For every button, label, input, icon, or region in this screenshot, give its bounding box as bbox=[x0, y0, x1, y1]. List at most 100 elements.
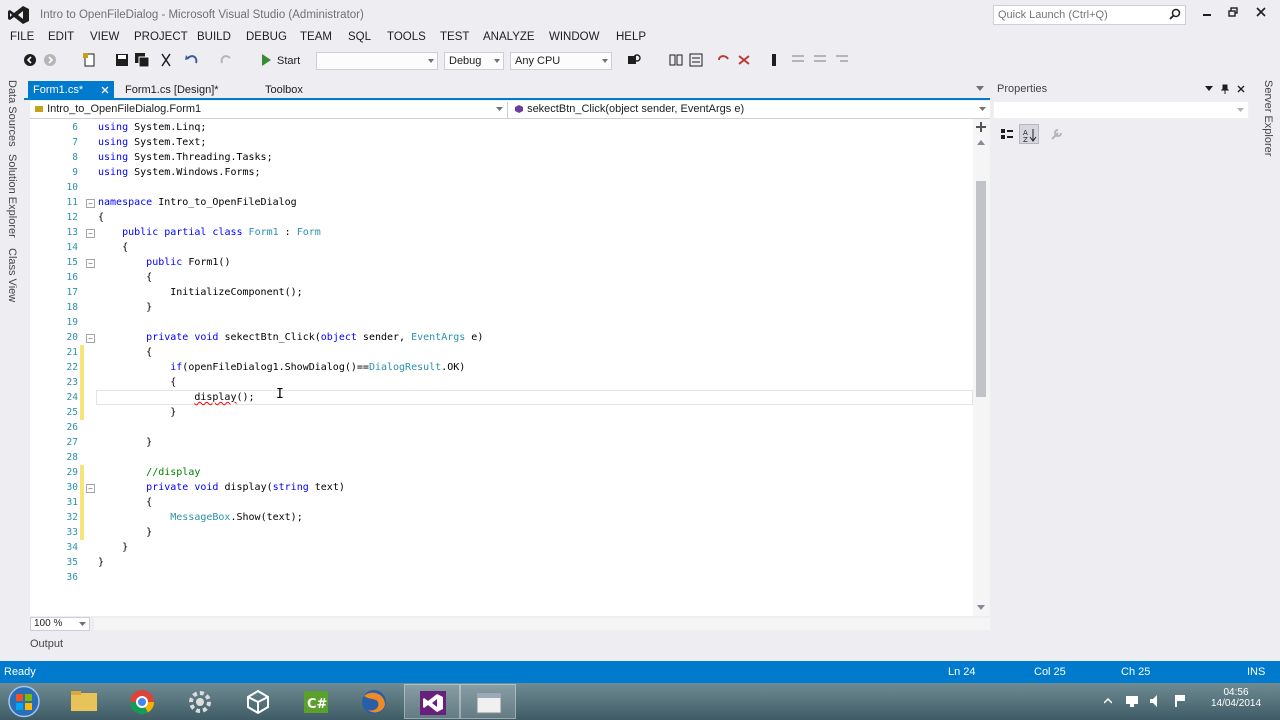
debug-target-combo[interactable] bbox=[316, 52, 438, 70]
tab-toolbox[interactable]: Toolbox bbox=[260, 81, 308, 100]
code-line: 31 { bbox=[30, 495, 973, 510]
indent-icon[interactable] bbox=[834, 52, 850, 68]
find-in-files-icon[interactable] bbox=[626, 52, 642, 68]
collapse-toggle[interactable]: − bbox=[86, 199, 95, 208]
close-panel-icon[interactable] bbox=[1237, 85, 1245, 93]
collapse-toggle[interactable]: − bbox=[86, 229, 95, 238]
menu-edit[interactable]: EDIT bbox=[48, 31, 74, 43]
line-number: 12 bbox=[66, 212, 78, 223]
menu-tools[interactable]: TOOLS bbox=[387, 31, 426, 43]
menu-help[interactable]: HELP bbox=[616, 31, 646, 43]
vertical-scroll-thumb[interactable] bbox=[976, 181, 986, 397]
quick-launch-box[interactable] bbox=[993, 5, 1186, 25]
split-window-icon[interactable] bbox=[976, 122, 986, 132]
line-number: 35 bbox=[66, 557, 78, 568]
close-tab-icon[interactable] bbox=[101, 86, 109, 94]
tab-form1-design[interactable]: Form1.cs [Design]* bbox=[120, 81, 224, 100]
undo-icon[interactable] bbox=[184, 52, 200, 68]
uncomment-icon[interactable] bbox=[812, 52, 828, 68]
config-combo[interactable]: Debug bbox=[444, 52, 504, 70]
editor-horizontal-scrollbar[interactable] bbox=[94, 618, 990, 630]
back-navigate-icon[interactable] bbox=[22, 52, 38, 68]
cut-icon[interactable] bbox=[158, 52, 174, 68]
new-project-icon[interactable] bbox=[82, 52, 98, 68]
code-navigation-bar: Intro_to_OpenFileDialog.Form1 sekectBtn_… bbox=[30, 101, 990, 119]
collapse-toggle[interactable]: − bbox=[86, 259, 95, 268]
properties-window-icon[interactable] bbox=[688, 52, 704, 68]
properties-object-combo[interactable] bbox=[993, 101, 1249, 119]
minimize-button[interactable] bbox=[1196, 3, 1218, 23]
taskbar-unity[interactable] bbox=[230, 684, 286, 719]
start-label[interactable]: Start bbox=[277, 55, 300, 67]
tab-solution-explorer[interactable]: Solution Explorer bbox=[6, 154, 18, 238]
bookmark-next-icon[interactable] bbox=[736, 52, 752, 68]
member-combo[interactable]: sekectBtn_Click(object sender, EventArgs… bbox=[510, 102, 990, 118]
start-debug-icon[interactable] bbox=[258, 52, 274, 68]
class-combo[interactable]: Intro_to_OpenFileDialog.Form1 bbox=[30, 102, 508, 118]
tab-overflow-dropdown-icon[interactable] bbox=[976, 86, 984, 92]
tab-output[interactable]: Output bbox=[30, 638, 63, 650]
code-editor[interactable]: 6 using System.Linq; 7 using System.Text; … bbox=[30, 119, 973, 616]
standard-toolbar: Start Debug Any CPU bbox=[0, 48, 1280, 74]
categorized-icon[interactable] bbox=[999, 126, 1015, 142]
menu-build[interactable]: BUILD bbox=[197, 31, 231, 43]
taskbar-csharp-app[interactable]: C# bbox=[288, 684, 344, 719]
close-icon bbox=[1256, 7, 1266, 17]
zoom-combo[interactable]: 100 % bbox=[30, 617, 90, 631]
menu-window[interactable]: WINDOW bbox=[549, 31, 599, 43]
menu-test[interactable]: TEST bbox=[440, 31, 469, 43]
tab-server-explorer[interactable]: Server Explorer bbox=[1262, 80, 1274, 156]
volume-icon[interactable] bbox=[1148, 693, 1164, 709]
app-window-icon bbox=[476, 692, 502, 714]
editor-vertical-scrollbar[interactable] bbox=[973, 119, 990, 616]
windows-taskbar: C# 04:56 14/04/2014 bbox=[0, 683, 1280, 720]
taskbar-firefox[interactable] bbox=[346, 684, 402, 719]
flag-icon[interactable] bbox=[1172, 693, 1188, 709]
wrench-icon[interactable] bbox=[1049, 126, 1065, 142]
menu-team[interactable]: TEAM bbox=[300, 31, 332, 43]
menu-project[interactable]: PROJECT bbox=[134, 31, 188, 43]
save-icon[interactable] bbox=[114, 52, 130, 68]
comment-icon[interactable] bbox=[790, 52, 806, 68]
menu-debug[interactable]: DEBUG bbox=[246, 31, 287, 43]
tab-class-view[interactable]: Class View bbox=[6, 248, 18, 302]
close-button[interactable] bbox=[1250, 3, 1272, 23]
windows-start-icon[interactable] bbox=[6, 685, 42, 718]
save-all-icon[interactable] bbox=[134, 52, 150, 68]
alphabetical-button[interactable]: AZ bbox=[1019, 124, 1039, 144]
taskbar-clock[interactable]: 04:56 14/04/2014 bbox=[1196, 687, 1276, 709]
redo-icon[interactable] bbox=[218, 52, 234, 68]
code-text: using System.Text; bbox=[98, 137, 207, 148]
scroll-up-icon[interactable] bbox=[977, 139, 985, 145]
bookmark-icon[interactable] bbox=[716, 52, 732, 68]
solution-explorer-icon[interactable] bbox=[668, 52, 684, 68]
menu-analyze[interactable]: ANALYZE bbox=[483, 31, 535, 43]
taskbar-explorer[interactable] bbox=[56, 684, 112, 719]
taskbar-visual-studio[interactable] bbox=[404, 684, 460, 719]
network-icon[interactable] bbox=[1124, 693, 1140, 709]
collapse-toggle[interactable]: − bbox=[86, 334, 95, 343]
menu-sql[interactable]: SQL bbox=[348, 31, 371, 43]
unsaved-change-marker bbox=[80, 465, 84, 480]
taskbar-window[interactable] bbox=[460, 684, 516, 719]
menu-file[interactable]: FILE bbox=[10, 31, 34, 43]
pin-icon[interactable] bbox=[1221, 84, 1229, 94]
quick-launch-input[interactable] bbox=[994, 6, 1164, 24]
forward-navigate-icon[interactable] bbox=[42, 52, 58, 68]
collapse-toggle[interactable]: − bbox=[86, 484, 95, 493]
platform-combo[interactable]: Any CPU bbox=[510, 52, 612, 70]
stop-icon[interactable] bbox=[766, 52, 782, 68]
code-text: } bbox=[98, 437, 153, 448]
tab-form1-cs[interactable]: Form1.cs* bbox=[28, 81, 114, 100]
tab-data-sources[interactable]: Data Sources bbox=[6, 80, 18, 147]
line-number: 30 bbox=[66, 482, 78, 493]
restore-button[interactable] bbox=[1222, 3, 1244, 23]
taskbar-chrome[interactable] bbox=[114, 684, 170, 719]
taskbar-settings-app[interactable] bbox=[172, 684, 228, 719]
menu-view[interactable]: VIEW bbox=[90, 31, 119, 43]
right-tool-strip: Server Explorer bbox=[1256, 76, 1280, 660]
tray-expand-icon[interactable] bbox=[1104, 697, 1112, 705]
panel-menu-icon[interactable] bbox=[1205, 86, 1213, 92]
scroll-down-icon[interactable] bbox=[977, 605, 985, 611]
chevron-down-icon bbox=[1237, 108, 1244, 112]
